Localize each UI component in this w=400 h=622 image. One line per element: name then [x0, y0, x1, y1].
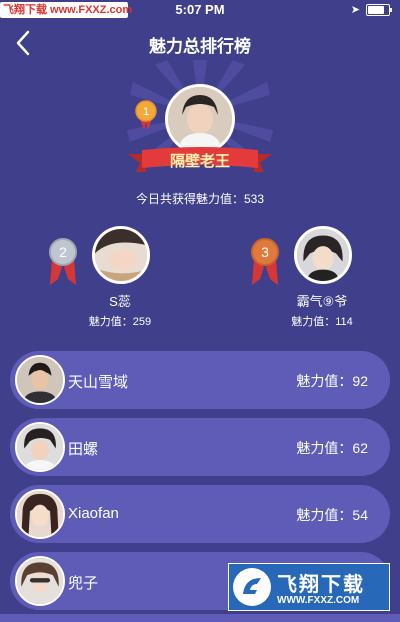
watermark-url: WWW.FXXZ.COM	[277, 595, 360, 606]
gold-medal-icon: 1	[135, 100, 157, 130]
rank3-name: 霸气⑨爷	[296, 294, 348, 309]
page-title: 魅力总排行榜	[149, 37, 251, 56]
rank2-name: S蕊	[109, 294, 131, 309]
battery-icon	[366, 3, 392, 16]
list-item-name: 兜子	[68, 575, 99, 592]
rank2-avatar[interactable]	[92, 226, 150, 284]
list-item-value: 魅力值：54	[296, 507, 368, 523]
list-item-value: 魅力值：62	[296, 440, 368, 456]
svg-text:1: 1	[143, 106, 149, 118]
list-item-name: Xiaofan	[68, 505, 119, 522]
battery-fill	[368, 5, 385, 14]
watermark-cn: 飞翔下载	[277, 574, 365, 596]
list-item-name: 田螺	[68, 441, 99, 458]
champion-name: 隔壁老王	[169, 153, 230, 170]
person-photo-icon	[168, 87, 232, 151]
watermark-bottom: 飞翔下载 WWW.FXXZ.COM	[228, 563, 390, 611]
person-photo-icon	[297, 229, 349, 281]
avatar	[15, 489, 65, 539]
list-item[interactable]: Xiaofan 魅力值：54	[10, 485, 390, 543]
logo-icon	[233, 568, 271, 606]
bronze-medal-icon: 3	[251, 238, 279, 285]
list-item[interactable]: 天山雪域 魅力值：92	[10, 351, 390, 409]
next-row-peek	[0, 614, 400, 622]
today-charm-text: 今日共获得魅力值：533	[135, 192, 265, 206]
person-photo-icon	[17, 424, 63, 470]
person-photo-icon	[95, 229, 147, 281]
list-item-value: 魅力值：92	[296, 373, 368, 389]
silver-medal-icon: 2	[49, 238, 77, 285]
list-item-name: 天山雪域	[68, 374, 129, 391]
avatar	[15, 556, 65, 606]
status-icons: ➤	[350, 3, 392, 16]
rank3-avatar[interactable]	[294, 226, 352, 284]
header: 魅力总排行榜	[0, 22, 400, 62]
person-photo-icon	[17, 357, 63, 403]
person-photo-icon	[17, 558, 63, 604]
rank2-number: 2	[59, 244, 67, 260]
rank3-number: 3	[261, 244, 269, 260]
list-item[interactable]: 田螺 魅力值：62	[10, 418, 390, 476]
location-arrow-icon: ➤	[350, 4, 360, 16]
person-photo-icon	[17, 491, 63, 537]
rank3-value: 魅力值：114	[291, 316, 353, 328]
avatar	[15, 422, 65, 472]
champion-avatar[interactable]	[165, 84, 235, 154]
avatar	[15, 355, 65, 405]
watermark-top: 飞翔下载 www.FXXZ.com	[0, 2, 132, 18]
rank2-value: 魅力值：259	[88, 316, 152, 328]
